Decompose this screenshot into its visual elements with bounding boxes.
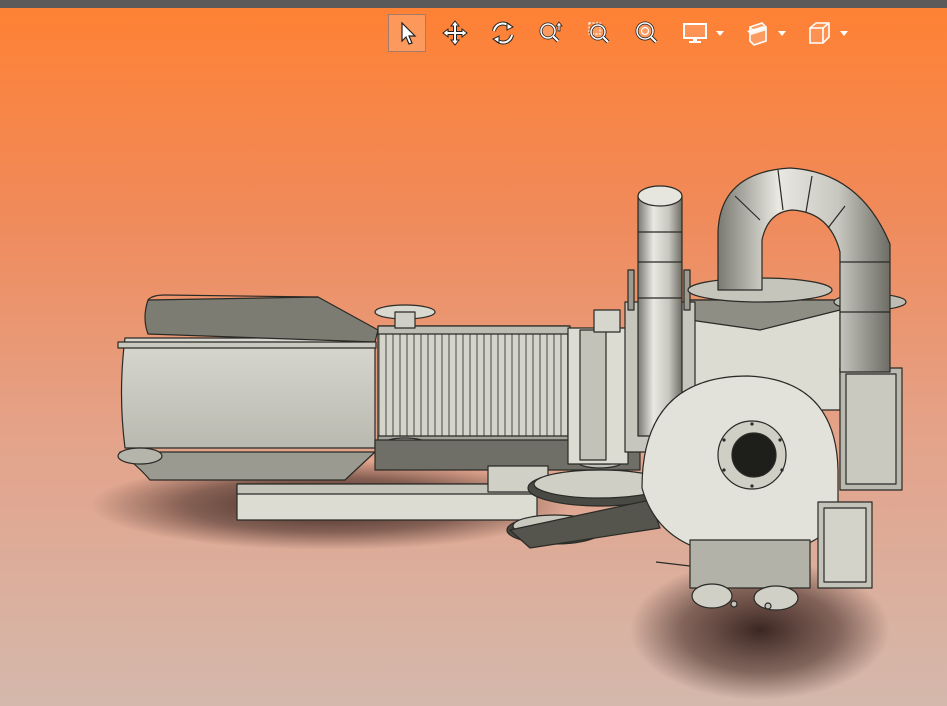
display-style-dropdown[interactable] — [676, 14, 724, 52]
ribbed-drum[interactable] — [377, 325, 571, 443]
window-top-bar — [0, 0, 947, 8]
machine-model-3d[interactable] — [0, 60, 947, 706]
cursor-icon — [401, 21, 417, 45]
zoom-window-icon — [588, 22, 610, 44]
zoom-fit-icon — [635, 21, 658, 44]
pan-tool-button[interactable] — [436, 14, 474, 52]
zoom-window-tool-button[interactable] — [580, 14, 618, 52]
conveyor-housing[interactable] — [120, 337, 376, 449]
section-view-button[interactable] — [738, 14, 776, 52]
rotate-icon — [492, 21, 514, 45]
move-arrows-icon — [442, 20, 468, 46]
section-icon — [747, 22, 767, 46]
view-orientation-dropdown[interactable] — [800, 14, 848, 52]
chevron-down-icon[interactable] — [778, 30, 786, 36]
view-orientation-button[interactable] — [800, 14, 838, 52]
rotate-tool-button[interactable] — [484, 14, 522, 52]
monitor-icon — [683, 23, 707, 43]
chevron-down-icon[interactable] — [716, 30, 724, 36]
graphics-viewport[interactable] — [0, 60, 947, 706]
select-tool-button[interactable] — [388, 14, 426, 52]
zoom-updown-icon — [539, 21, 563, 43]
cube-icon — [809, 22, 830, 44]
chevron-down-icon[interactable] — [840, 30, 848, 36]
display-style-button[interactable] — [676, 14, 714, 52]
conveyor-top-cover[interactable] — [144, 296, 379, 343]
fan-inlet-opening — [731, 432, 777, 478]
zoom-tool-button[interactable] — [532, 14, 570, 52]
view-toolbar — [388, 12, 862, 54]
zoom-fit-tool-button[interactable] — [628, 14, 666, 52]
section-view-dropdown[interactable] — [738, 14, 786, 52]
